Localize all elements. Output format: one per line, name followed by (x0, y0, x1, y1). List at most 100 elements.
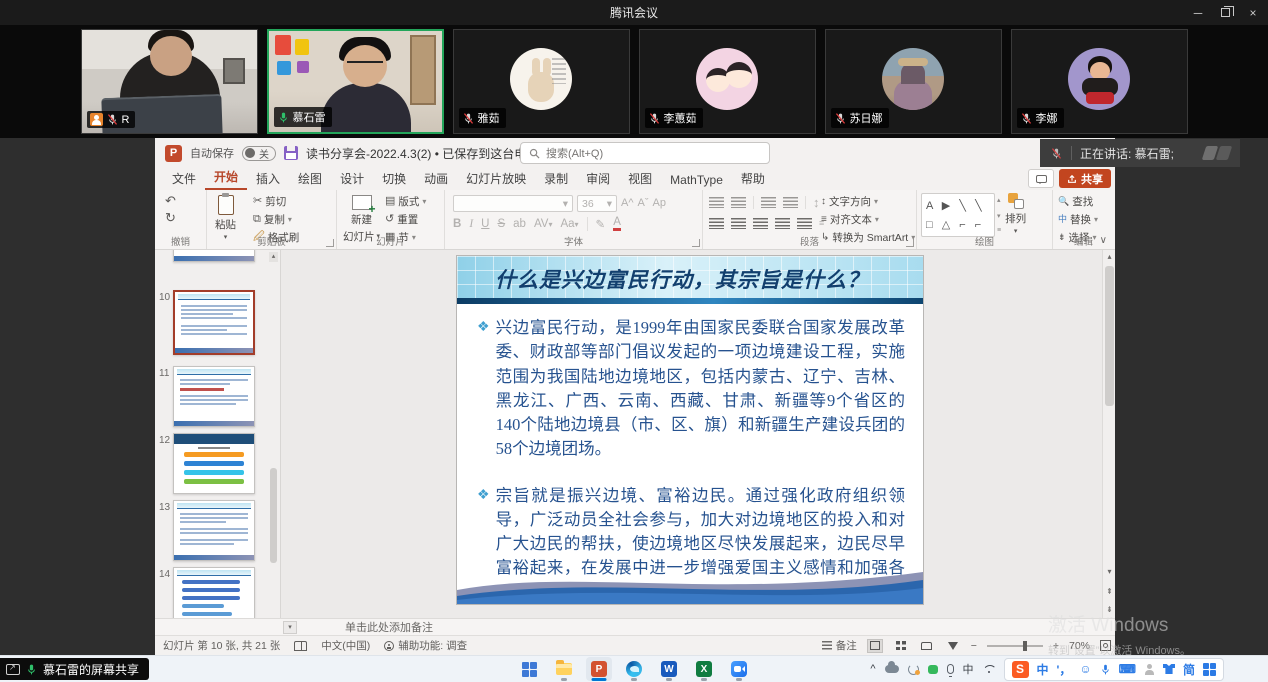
document-title[interactable]: 读书分享会-2022.4.3(2) • 已保存到这台电脑 ▾ (306, 145, 546, 162)
tab-design[interactable]: 设计 (331, 167, 373, 190)
scroll-up-icon[interactable]: ▴ (269, 252, 278, 262)
undo-icon[interactable]: ↶ (165, 194, 176, 207)
tab-draw[interactable]: 绘图 (289, 167, 331, 190)
participant-tile-lina[interactable]: 李娜 (1011, 29, 1188, 134)
char-spacing-button[interactable]: AV▾ (534, 218, 553, 230)
cut-button[interactable]: ✂剪切 (253, 194, 299, 209)
align-right-button[interactable] (753, 218, 768, 229)
file-explorer-button[interactable] (551, 657, 577, 681)
reading-view-button[interactable] (919, 639, 935, 653)
layout-button[interactable]: ▤版式▾ (385, 194, 426, 209)
participant-tile-yaru[interactable]: 雅茹 (453, 29, 630, 134)
participant-tile-speaker[interactable]: 慕石雷 (267, 29, 444, 134)
highlight-pen-button[interactable]: ✎ (596, 217, 606, 231)
distribute-button[interactable] (797, 218, 812, 229)
tab-animations[interactable]: 动画 (415, 167, 457, 190)
line-spacing-button[interactable]: ↕ (813, 196, 820, 209)
zoom-slider-thumb[interactable] (1023, 641, 1027, 651)
decrease-indent-button[interactable] (761, 197, 776, 208)
wifi-icon[interactable] (983, 665, 995, 674)
justify-button[interactable] (775, 218, 790, 229)
start-button[interactable] (516, 657, 542, 681)
spellcheck-icon[interactable] (294, 641, 307, 651)
text-shadow-button[interactable]: ab (513, 218, 526, 230)
dialog-launcher-icon[interactable] (692, 239, 700, 247)
text-direction-button[interactable]: ↕文字方向▾ (821, 194, 915, 209)
slideshow-button[interactable] (945, 639, 961, 653)
font-size-combobox[interactable]: 36▾ (577, 195, 617, 212)
italic-button[interactable]: I (469, 218, 473, 230)
thumbnail-scrollbar[interactable]: ▴ (269, 250, 278, 618)
scroll-down-icon[interactable]: ▾ (1103, 565, 1116, 578)
slide-thumbnail-partial[interactable] (173, 250, 255, 262)
sogou-punctuation-toggle[interactable]: '， (1057, 661, 1072, 678)
collapse-ribbon-icon[interactable]: ∨ (1100, 235, 1107, 246)
scrollbar-thumb[interactable] (1105, 266, 1114, 406)
simplified-chinese-toggle[interactable]: 简 (1183, 661, 1195, 678)
slide-thumbnail[interactable] (173, 500, 255, 561)
emoji-icon[interactable]: ☺ (1079, 662, 1091, 676)
align-left-button[interactable] (709, 218, 724, 229)
tab-record[interactable]: 录制 (535, 167, 577, 190)
change-case-button[interactable]: Aa▾ (560, 218, 578, 230)
dialog-launcher-icon[interactable] (906, 239, 914, 247)
notes-bar[interactable]: ▾ 单击此处添加备注 (155, 618, 1115, 635)
zoom-out-button[interactable]: − (971, 640, 977, 652)
virtual-keyboard-icon[interactable]: ⌨ (1119, 662, 1136, 676)
find-button[interactable]: 🔍查找 (1058, 194, 1098, 209)
tab-mathtype[interactable]: MathType (661, 170, 732, 190)
tray-expand-icon[interactable]: ^ (870, 663, 875, 675)
slide-counter[interactable]: 幻灯片 第 10 张, 共 21 张 (163, 638, 280, 653)
shapes-gallery[interactable]: A ▶ ╲ ╲ □ ○ □ △ ⌐ ⌐ ⇨ ⇩ (921, 193, 995, 237)
gallery-down-icon[interactable]: ▾ (997, 212, 1001, 220)
restore-icon[interactable] (1221, 8, 1230, 17)
previous-slide-icon[interactable]: ⇞ (1103, 585, 1116, 598)
font-color-button[interactable]: A (613, 217, 621, 230)
align-text-button[interactable]: ≡对齐文本▾ (821, 212, 915, 227)
share-button[interactable]: 共享 (1059, 169, 1111, 188)
tab-view[interactable]: 视图 (619, 167, 661, 190)
current-slide[interactable]: 什么是兴边富民行动，其宗旨是什么？ ❖ 兴边富民行动，是1999年由国家民委联合… (456, 255, 924, 605)
accessibility-status[interactable]: 辅助功能: 调查 (384, 638, 467, 653)
bullets-button[interactable] (709, 197, 724, 208)
edge-button[interactable] (621, 657, 647, 681)
sogou-skin-icon[interactable] (1163, 664, 1175, 674)
thumbnails-collapse-icon[interactable]: ▾ (283, 621, 297, 634)
gallery-more-icon[interactable]: ≡ (997, 227, 1001, 234)
tab-home[interactable]: 开始 (205, 165, 247, 190)
sogou-mic-icon[interactable] (1100, 663, 1111, 676)
tab-file[interactable]: 文件 (163, 167, 205, 190)
comments-button[interactable] (1028, 169, 1054, 188)
tab-slideshow[interactable]: 幻灯片放映 (457, 167, 535, 190)
numbering-button[interactable] (731, 197, 746, 208)
chat-icon[interactable] (928, 665, 938, 674)
language-indicator[interactable]: 中文(中国) (321, 638, 370, 653)
autosave-toggle[interactable]: 关 (242, 146, 276, 161)
next-slide-icon[interactable]: ⇟ (1103, 603, 1116, 616)
tray-mic-icon[interactable] (947, 664, 954, 674)
scroll-up-icon[interactable]: ▴ (1103, 250, 1116, 263)
ime-indicator[interactable]: 中 (963, 661, 974, 677)
sogou-account-icon[interactable] (1144, 664, 1155, 675)
slide-thumbnail[interactable] (173, 366, 255, 427)
onedrive-icon[interactable] (885, 665, 899, 673)
participant-tile-lihuiru[interactable]: 李蕙茹 (639, 29, 816, 134)
gallery-up-icon[interactable]: ▴ (997, 196, 1001, 204)
bold-button[interactable]: B (453, 218, 461, 230)
notes-placeholder[interactable]: 单击此处添加备注 (345, 619, 433, 635)
slide-thumbnail-selected[interactable] (173, 290, 255, 355)
font-name-combobox[interactable]: ▾ (453, 195, 573, 212)
redo-icon[interactable]: ↻ (165, 211, 176, 224)
slide-thumbnail[interactable] (173, 433, 255, 494)
tab-insert[interactable]: 插入 (247, 167, 289, 190)
excel-button[interactable]: X (691, 657, 717, 681)
dialog-launcher-icon[interactable] (326, 239, 334, 247)
tab-transitions[interactable]: 切换 (373, 167, 415, 190)
close-icon[interactable]: × (1246, 6, 1260, 20)
zoom-level[interactable]: 70% (1069, 640, 1090, 652)
sogou-logo-icon[interactable]: S (1012, 661, 1029, 678)
powerpoint-taskbar-button[interactable]: P (586, 657, 612, 681)
normal-view-button[interactable] (867, 639, 883, 653)
slide-scrollbar[interactable]: ▴ ▾ ⇞ ⇟ (1102, 250, 1115, 618)
participant-tile-r[interactable]: R (81, 29, 258, 134)
